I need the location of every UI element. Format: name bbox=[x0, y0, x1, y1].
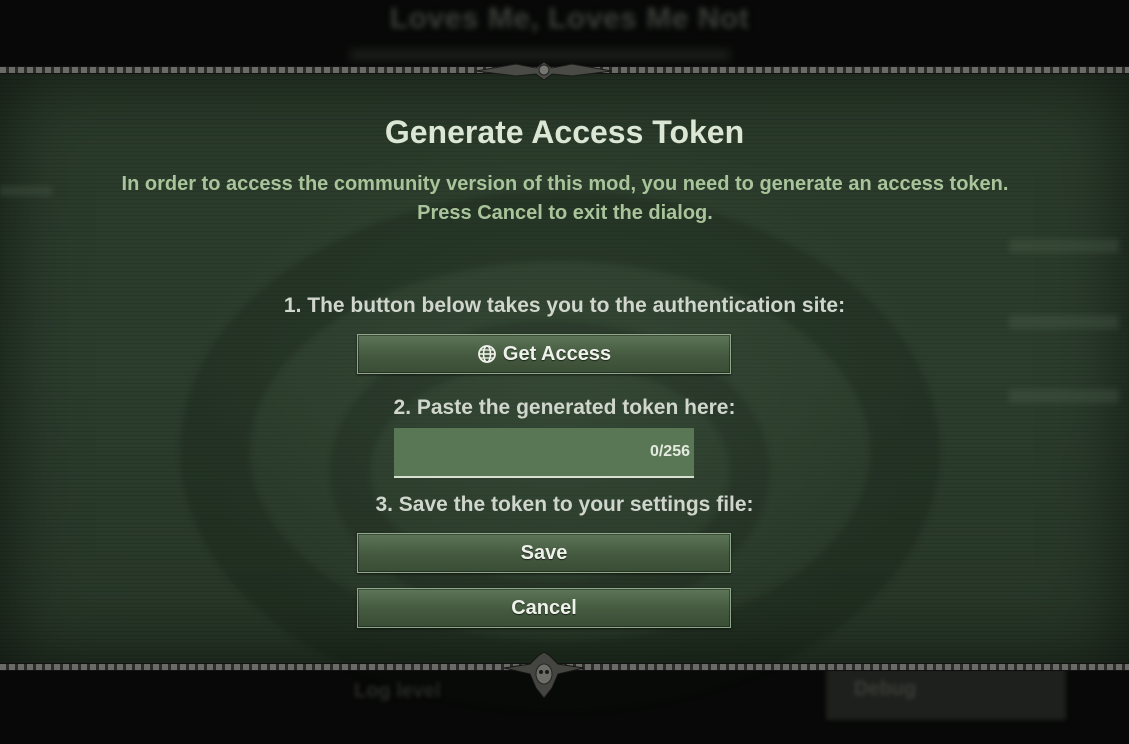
background-debug-field: Debug bbox=[826, 668, 1066, 720]
background-ghost-text bbox=[0, 186, 52, 196]
token-character-counter: 0/256 bbox=[649, 443, 690, 460]
background-title: Loves Me, Loves Me Not bbox=[389, 2, 750, 35]
cancel-button[interactable]: Cancel bbox=[357, 588, 731, 628]
save-button-label: Save bbox=[520, 541, 568, 564]
background-debug-value: Debug bbox=[854, 678, 917, 700]
step-1-label: 1. The button below takes you to the aut… bbox=[283, 294, 846, 317]
dialog-cancel-hint: Press Cancel to exit the dialog. bbox=[417, 202, 713, 224]
dialog-title: Generate Access Token bbox=[384, 114, 745, 150]
save-button[interactable]: Save bbox=[357, 533, 731, 573]
cancel-button-label: Cancel bbox=[511, 596, 577, 619]
skull-ornament-icon bbox=[503, 652, 585, 698]
step-3-label: 3. Save the token to your settings file: bbox=[375, 493, 754, 516]
token-field[interactable]: 0/256 bbox=[394, 428, 694, 478]
get-access-label: Get Access bbox=[502, 342, 612, 365]
step-2-label: 2. Paste the generated token here: bbox=[393, 396, 736, 419]
get-access-button[interactable]: Get Access bbox=[357, 334, 731, 374]
background-ghost-row bbox=[1009, 239, 1119, 253]
globe-icon bbox=[477, 345, 496, 363]
dialog-description-text: In order to access the community version… bbox=[121, 173, 1009, 195]
eagle-ornament-icon bbox=[476, 61, 612, 81]
background-subtitle-blur bbox=[350, 50, 730, 60]
dialog-description: In order to access the community version… bbox=[70, 170, 1060, 228]
